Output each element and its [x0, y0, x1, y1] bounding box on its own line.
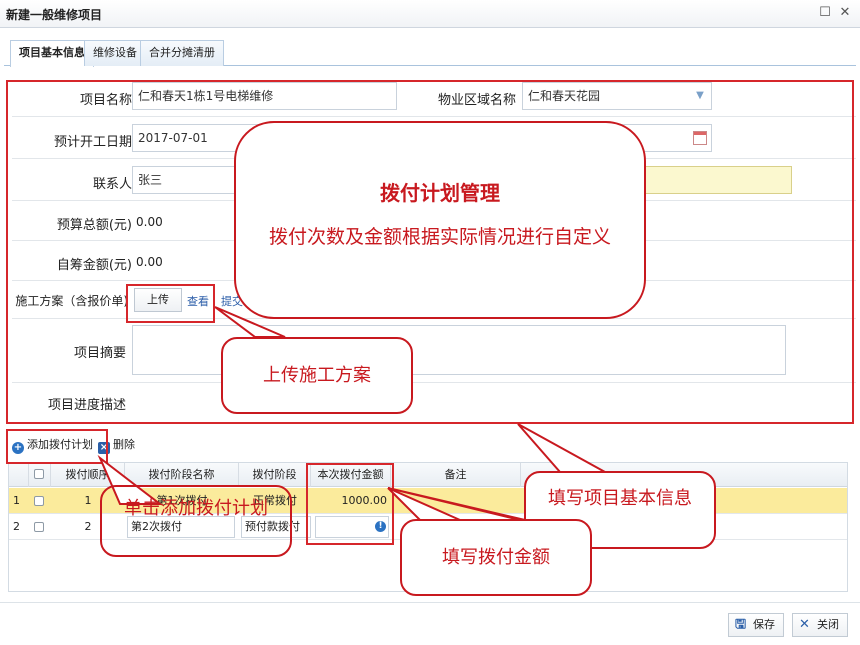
header-rownum — [9, 463, 29, 487]
header-stage: 拨付阶段 — [239, 463, 311, 487]
dialog-footer: 🖫 保存 ✕ 关闭 — [0, 602, 860, 645]
header-remark: 备注 — [391, 463, 521, 487]
close-label: 关闭 — [817, 618, 839, 631]
row-number: 2 — [13, 520, 20, 533]
tab-basic-info[interactable]: 项目基本信息 — [10, 40, 94, 67]
header-order: 拨付顺序 — [51, 463, 125, 487]
fill-amount-callout: 填写拨付金额 — [400, 519, 592, 596]
amount-highlight — [306, 463, 394, 545]
tab-bar: 项目基本信息 维修设备 合并分摊清册 — [4, 36, 856, 67]
save-label: 保存 — [753, 618, 775, 631]
row-number: 1 — [13, 494, 20, 507]
window-title: 新建一般维修项目 — [6, 8, 103, 22]
add-plan-callout: 单击添加拨付计划 — [100, 485, 292, 557]
upload-highlight — [126, 284, 215, 323]
tab-equipment[interactable]: 维修设备 — [84, 40, 146, 66]
row-checkbox[interactable] — [34, 522, 44, 532]
cell-remark[interactable] — [391, 489, 521, 513]
save-icon: 🖫 — [735, 617, 747, 632]
select-all-checkbox[interactable] — [34, 469, 44, 479]
close-icon: ✕ — [799, 617, 810, 632]
row-checkbox[interactable] — [34, 496, 44, 506]
header-stage-name: 拨付阶段名称 — [125, 463, 239, 487]
save-button[interactable]: 🖫 保存 — [728, 613, 784, 637]
maximize-icon[interactable]: ☐ — [818, 6, 832, 20]
upload-plan-callout: 上传施工方案 — [221, 337, 413, 414]
close-icon[interactable]: ✕ — [838, 6, 852, 20]
tab-merged-list[interactable]: 合并分摊清册 — [140, 40, 224, 66]
header-checkbox[interactable] — [29, 463, 51, 487]
window-titlebar: 新建一般维修项目 ☐ ✕ — [0, 0, 860, 28]
payment-plan-callout: 拨付计划管理 拨付次数及金额根据实际情况进行自定义 — [234, 121, 646, 319]
grid-header: 拨付顺序 拨付阶段名称 拨付阶段 本次拨付金额(元) 备注 — [9, 463, 847, 505]
grid-toolbar: + 添加拨付计划 × 删除 — [6, 432, 850, 458]
delete-label: 删除 — [113, 438, 135, 451]
add-plan-highlight — [6, 429, 108, 464]
callout-body: 拨付次数及金额根据实际情况进行自定义 — [268, 226, 611, 248]
close-button[interactable]: ✕ 关闭 — [792, 613, 848, 637]
callout-title: 拨付计划管理 — [380, 181, 500, 205]
